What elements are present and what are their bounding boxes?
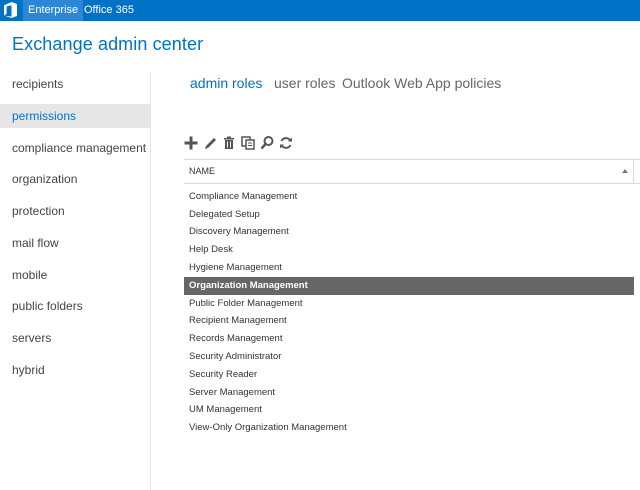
table-row[interactable]: Security Administrator (184, 348, 634, 366)
table-row[interactable]: UM Management (184, 401, 634, 419)
nav-item-servers[interactable]: servers (0, 326, 150, 350)
sort-ascending-icon (622, 169, 628, 173)
search-icon[interactable] (259, 135, 275, 151)
nav-item-hybrid[interactable]: hybrid (0, 358, 150, 382)
table-row[interactable]: Help Desk (184, 241, 634, 259)
nav-item-public-folders[interactable]: public folders (0, 294, 150, 318)
tab-user-roles[interactable]: user roles (274, 75, 335, 91)
nav-item-permissions[interactable]: permissions (0, 104, 150, 128)
header-filler (634, 159, 640, 184)
app-title: Exchange admin center (12, 34, 204, 54)
table-row[interactable]: Delegated Setup (184, 206, 634, 224)
table-row[interactable]: Records Management (184, 330, 634, 348)
nav-item-recipients[interactable]: recipients (0, 72, 150, 96)
tab-outlook-web-app-policies[interactable]: Outlook Web App policies (342, 75, 501, 91)
nav-item-protection[interactable]: protection (0, 199, 150, 223)
tab-admin-roles[interactable]: admin roles (190, 75, 262, 91)
refresh-icon[interactable] (278, 135, 294, 151)
add-icon[interactable] (183, 135, 199, 151)
table-row-selected[interactable]: Organization Management (184, 277, 634, 295)
table-row[interactable]: Compliance Management (184, 188, 634, 206)
table-row[interactable]: Public Folder Management (184, 295, 634, 313)
column-header-label: NAME (189, 166, 216, 176)
table-row[interactable]: Discovery Management (184, 223, 634, 241)
table-row[interactable]: Security Reader (184, 366, 634, 384)
table-row[interactable]: View-Only Organization Management (184, 419, 634, 437)
sidebar-divider (150, 72, 151, 490)
nav-item-compliance-management[interactable]: compliance management (0, 136, 150, 160)
nav-item-organization[interactable]: organization (0, 167, 150, 191)
nav-item-mobile[interactable]: mobile (0, 263, 150, 287)
delete-icon[interactable] (221, 135, 237, 151)
name-column-header[interactable]: NAME (184, 159, 634, 184)
table-row[interactable]: Recipient Management (184, 312, 634, 330)
copy-icon[interactable] (240, 135, 256, 151)
edit-icon[interactable] (203, 135, 219, 151)
table-row[interactable]: Hygiene Management (184, 259, 634, 277)
top-bar: Enterprise Office 365 (0, 0, 640, 21)
enterprise-link[interactable]: Enterprise (23, 0, 84, 21)
nav-item-mail-flow[interactable]: mail flow (0, 231, 150, 255)
office365-link[interactable]: Office 365 (79, 0, 139, 21)
office-logo-icon[interactable] (4, 2, 17, 18)
table-row[interactable]: Server Management (184, 384, 634, 402)
